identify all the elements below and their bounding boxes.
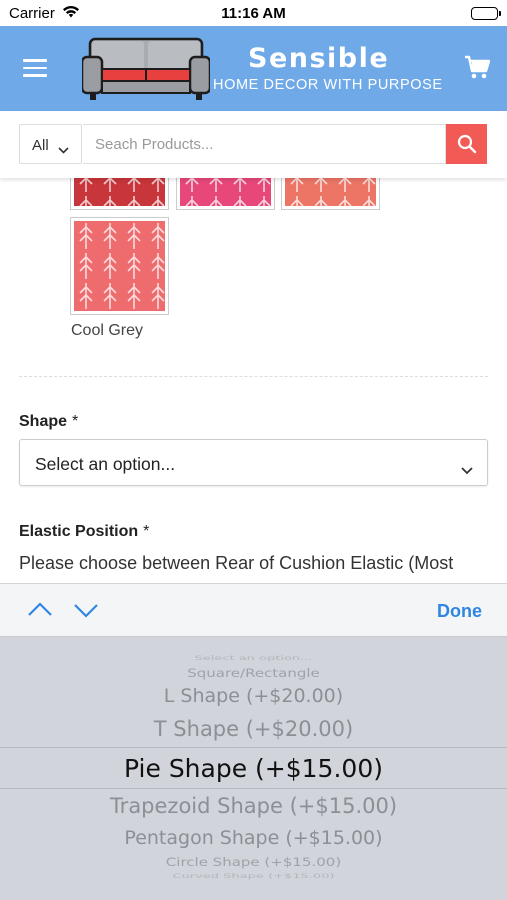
picker-option[interactable]: Circle Shape (+$15.00): [0, 855, 507, 869]
swatch-caption: Cool Grey: [71, 322, 144, 339]
picker-option[interactable]: Square/Rectangle: [0, 666, 507, 680]
shape-label-text: Shape: [19, 413, 68, 430]
required-mark: *: [72, 413, 79, 430]
brand-name[interactable]: Sensible: [248, 43, 389, 74]
shopping-cart-icon[interactable]: [464, 54, 491, 85]
search-button[interactable]: [446, 124, 487, 164]
picker-option-selected[interactable]: Pie Shape (+$15.00): [0, 754, 507, 783]
sofa-logo-icon[interactable]: [80, 35, 212, 103]
status-bar: Carrier 11:16 AM: [0, 0, 507, 26]
elastic-position-label: Elastic Position *: [19, 523, 149, 541]
required-mark: *: [143, 523, 150, 540]
status-time: 11:16 AM: [221, 5, 286, 22]
section-divider: [19, 376, 488, 377]
elastic-label-text: Elastic Position: [19, 523, 139, 540]
elastic-help-text: Please choose between Rear of Cushion El…: [19, 553, 454, 573]
chevron-down-icon: [58, 141, 69, 158]
brand-tagline: HOME DECOR WITH PURPOSE: [213, 77, 443, 93]
chevron-up-icon[interactable]: [27, 599, 53, 621]
option-picker-wheel[interactable]: Select an option... Square/Rectangle L Sha…: [0, 637, 507, 900]
hamburger-menu-icon[interactable]: [23, 59, 47, 77]
chevron-down-icon: [461, 459, 473, 480]
shape-label: Shape *: [19, 413, 78, 431]
picker-option[interactable]: Curved Shape (+$15.00): [0, 873, 507, 880]
picker-option[interactable]: Pentagon Shape (+$15.00): [0, 827, 507, 849]
picker-option[interactable]: Select an option...: [0, 655, 507, 662]
search-input[interactable]: Seach Products...: [83, 124, 446, 164]
battery-icon: [471, 7, 501, 20]
shape-select[interactable]: Select an option...: [19, 439, 488, 486]
shape-select-value: Select an option...: [35, 454, 176, 474]
chevron-down-icon[interactable]: [73, 599, 99, 621]
picker-option[interactable]: L Shape (+$20.00): [0, 685, 507, 707]
site-header: Sensible HOME DECOR WITH PURPOSE: [0, 26, 507, 111]
color-swatch-cool-grey[interactable]: [70, 217, 169, 315]
search-icon: [457, 134, 477, 154]
picker-option[interactable]: T Shape (+$20.00): [0, 717, 507, 741]
picker-option[interactable]: Trapezoid Shape (+$15.00): [0, 794, 507, 818]
search-bar: All Seach Products...: [0, 111, 507, 178]
category-value: All: [32, 137, 49, 154]
category-select[interactable]: All: [19, 124, 82, 164]
done-button[interactable]: Done: [437, 601, 482, 622]
picker-toolbar: Done: [0, 583, 507, 637]
